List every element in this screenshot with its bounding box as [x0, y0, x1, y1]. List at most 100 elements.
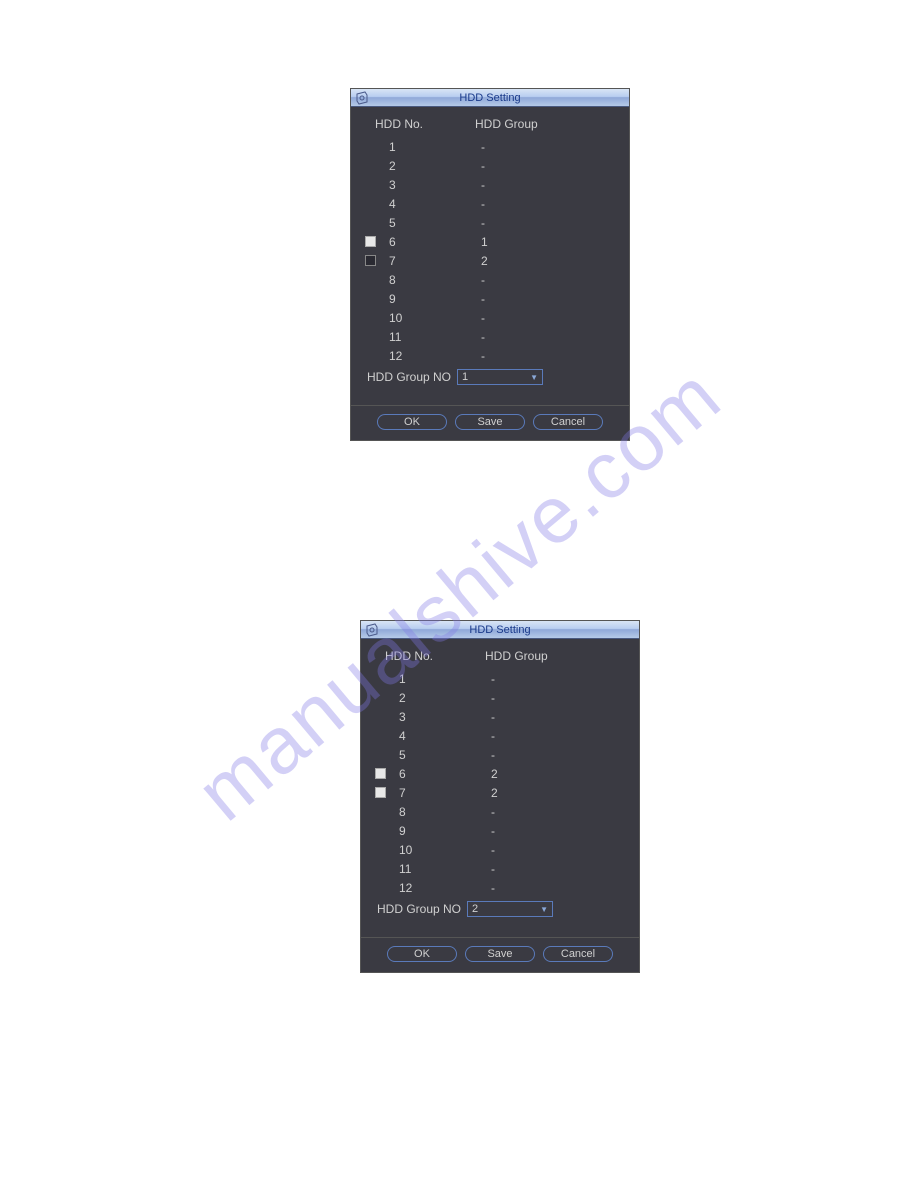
save-button[interactable]: Save	[465, 946, 535, 962]
group-no-dropdown[interactable]: 2 ▼	[467, 901, 553, 917]
group-no-label: HDD Group NO	[377, 902, 461, 916]
table-row: 4 -	[375, 726, 625, 745]
row-no: 11	[383, 330, 445, 344]
row-group: 2	[455, 786, 625, 800]
row-no: 6	[383, 235, 445, 249]
table-row: 12 -	[365, 346, 615, 365]
table-header: HDD No. HDD Group	[365, 117, 615, 131]
row-no: 9	[383, 292, 445, 306]
row-no: 10	[383, 311, 445, 325]
cancel-button[interactable]: Cancel	[543, 946, 613, 962]
dialog-content: HDD No. HDD Group 1 - 2 - 3 - 4 - 5 -	[361, 639, 639, 925]
row-group: -	[445, 311, 615, 325]
row-no: 7	[383, 254, 445, 268]
ok-button[interactable]: OK	[377, 414, 447, 430]
dropdown-value: 1	[462, 371, 468, 383]
row-no: 8	[383, 273, 445, 287]
dropdown-value: 2	[472, 903, 478, 915]
titlebar: HDD Setting	[361, 621, 639, 639]
table-row: 5 -	[365, 213, 615, 232]
header-hdd-group: HDD Group	[445, 117, 615, 131]
row-no: 9	[393, 824, 455, 838]
row-group: -	[455, 729, 625, 743]
table-header: HDD No. HDD Group	[375, 649, 625, 663]
table-row: 5 -	[375, 745, 625, 764]
row-group: -	[455, 710, 625, 724]
row-no: 1	[393, 672, 455, 686]
ok-button[interactable]: OK	[387, 946, 457, 962]
chevron-down-icon: ▼	[530, 373, 538, 382]
row-no: 2	[383, 159, 445, 173]
button-row: OK Save Cancel	[361, 946, 639, 972]
checkbox-icon[interactable]	[365, 255, 376, 266]
row-no: 3	[383, 178, 445, 192]
row-group: -	[445, 216, 615, 230]
row-no: 12	[383, 349, 445, 363]
header-hdd-no: HDD No.	[375, 649, 455, 663]
row-no: 2	[393, 691, 455, 705]
checkbox-icon[interactable]	[365, 236, 376, 247]
chevron-down-icon: ▼	[540, 905, 548, 914]
table-row: 11 -	[365, 327, 615, 346]
row-group: -	[455, 805, 625, 819]
row-group: -	[445, 197, 615, 211]
divider	[361, 937, 639, 938]
table-row: 8 -	[365, 270, 615, 289]
table-row: 1 -	[375, 669, 625, 688]
row-group: -	[455, 691, 625, 705]
dialog-title: HDD Setting	[365, 624, 635, 636]
table-row: 7 2	[365, 251, 615, 270]
table-row: 4 -	[365, 194, 615, 213]
row-group: -	[455, 843, 625, 857]
row-no: 12	[393, 881, 455, 895]
table-row: 7 2	[375, 783, 625, 802]
table-row: 3 -	[365, 175, 615, 194]
checkbox-slot[interactable]	[375, 768, 393, 779]
row-group: -	[455, 748, 625, 762]
header-hdd-group: HDD Group	[455, 649, 625, 663]
row-group: -	[445, 292, 615, 306]
table-row: 11 -	[375, 859, 625, 878]
row-group: -	[445, 349, 615, 363]
checkbox-slot[interactable]	[365, 236, 383, 247]
row-group: -	[445, 140, 615, 154]
table-row: 2 -	[365, 156, 615, 175]
row-no: 4	[383, 197, 445, 211]
group-no-dropdown[interactable]: 1 ▼	[457, 369, 543, 385]
checkbox-slot[interactable]	[365, 255, 383, 266]
group-number-row: HDD Group NO 1 ▼	[365, 369, 615, 385]
row-group: -	[455, 881, 625, 895]
table-row: 3 -	[375, 707, 625, 726]
row-group: 2	[445, 254, 615, 268]
button-row: OK Save Cancel	[351, 414, 629, 440]
header-hdd-no: HDD No.	[365, 117, 445, 131]
checkbox-icon[interactable]	[375, 768, 386, 779]
row-no: 10	[393, 843, 455, 857]
table-row: 10 -	[375, 840, 625, 859]
row-no: 8	[393, 805, 455, 819]
table-row: 6 1	[365, 232, 615, 251]
row-no: 3	[393, 710, 455, 724]
table-row: 10 -	[365, 308, 615, 327]
row-group: -	[445, 159, 615, 173]
row-group: -	[445, 330, 615, 344]
row-group: 1	[445, 235, 615, 249]
cancel-button[interactable]: Cancel	[533, 414, 603, 430]
table-row: 1 -	[365, 137, 615, 156]
save-button[interactable]: Save	[455, 414, 525, 430]
row-no: 4	[393, 729, 455, 743]
table-row: 8 -	[375, 802, 625, 821]
row-no: 11	[393, 862, 455, 876]
row-no: 5	[393, 748, 455, 762]
row-group: -	[445, 178, 615, 192]
checkbox-slot[interactable]	[375, 787, 393, 798]
checkbox-icon[interactable]	[375, 787, 386, 798]
row-no: 7	[393, 786, 455, 800]
row-group: -	[455, 824, 625, 838]
hdd-setting-dialog-1: HDD Setting HDD No. HDD Group 1 - 2 - 3 …	[350, 88, 630, 441]
table-row: 2 -	[375, 688, 625, 707]
group-number-row: HDD Group NO 2 ▼	[375, 901, 625, 917]
row-no: 6	[393, 767, 455, 781]
row-group: -	[455, 672, 625, 686]
row-no: 5	[383, 216, 445, 230]
